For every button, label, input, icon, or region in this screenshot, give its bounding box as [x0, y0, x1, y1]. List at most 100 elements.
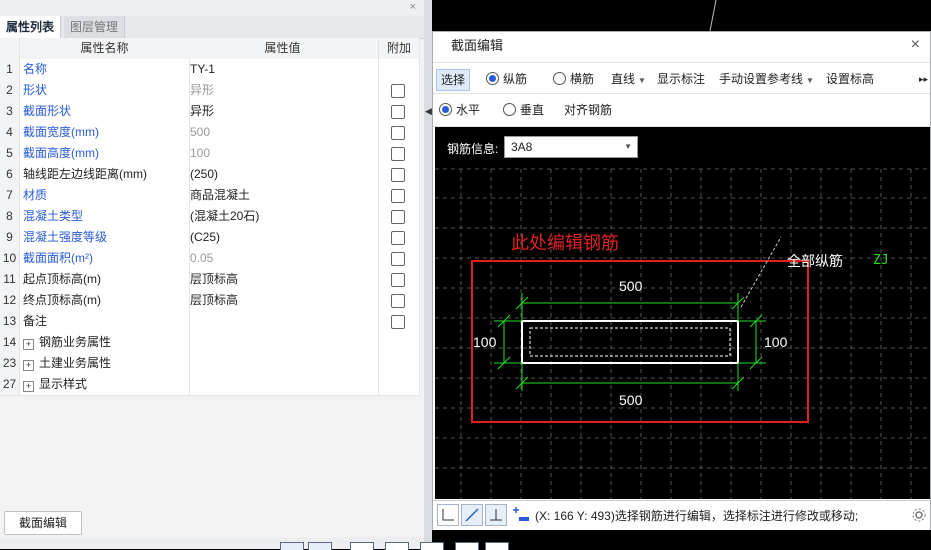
add-point-icon[interactable]: [509, 504, 531, 526]
extra-cell: [379, 122, 420, 143]
property-value[interactable]: 异形: [187, 101, 379, 122]
bottom-toolbar-partial: [280, 542, 520, 550]
property-value[interactable]: 层顶标高: [187, 269, 379, 290]
property-value[interactable]: (C25): [187, 227, 379, 248]
expand-icon[interactable]: +: [23, 339, 34, 350]
panel-close-icon[interactable]: ×: [410, 1, 416, 13]
all-longitudinal-label[interactable]: 全部纵筋: [787, 251, 843, 271]
dimension-lines: [494, 293, 766, 391]
table-row[interactable]: 5 截面高度(mm) 100: [0, 143, 420, 165]
property-name: 截面宽度(mm): [20, 122, 190, 143]
expand-icon[interactable]: +: [23, 381, 34, 392]
property-value[interactable]: 层顶标高: [187, 290, 379, 311]
row-number: 13: [0, 311, 20, 332]
table-row[interactable]: 11 起点顶标高(m) 层顶标高: [0, 269, 420, 291]
table-row[interactable]: 2 形状 异形: [0, 80, 420, 102]
property-value[interactable]: [187, 353, 379, 374]
table-row[interactable]: 6 轴线距左边线距离(mm) (250): [0, 164, 420, 186]
table-row[interactable]: 9 混凝土强度等级 (C25): [0, 227, 420, 249]
table-row[interactable]: 23 + 土建业务属性: [0, 353, 420, 375]
dim-top[interactable]: 500: [619, 278, 642, 294]
radio-longitudinal[interactable]: 纵筋: [486, 69, 527, 89]
ortho-icon[interactable]: [437, 504, 459, 526]
panel-topbar: ×: [0, 0, 424, 17]
property-value[interactable]: 0.05: [187, 248, 379, 269]
table-row[interactable]: 12 终点顶标高(m) 层顶标高: [0, 290, 420, 312]
table-row[interactable]: 7 材质 商品混凝土: [0, 185, 420, 207]
perpendicular-icon[interactable]: [485, 504, 507, 526]
row-number: 14: [0, 332, 20, 353]
property-value[interactable]: 100: [187, 143, 379, 164]
property-name: 混凝土类型: [20, 206, 190, 227]
radio-off-icon: [503, 103, 516, 116]
property-value[interactable]: TY-1: [187, 59, 379, 80]
table-row[interactable]: 27 + 显示样式: [0, 374, 420, 396]
section-outline[interactable]: [521, 320, 739, 364]
extra-cell: [379, 353, 420, 374]
drawing-canvas[interactable]: 钢筋信息: 3A8 ▼ 此处编辑钢筋 全部纵筋 ZJ 500 500 100 1…: [435, 127, 930, 499]
show-dim-button[interactable]: 显示标注: [657, 69, 705, 89]
extra-checkbox[interactable]: [391, 105, 405, 119]
extra-checkbox[interactable]: [391, 294, 405, 308]
dialog-close-icon[interactable]: ×: [911, 36, 920, 54]
header-no: [0, 38, 20, 59]
dim-right[interactable]: 100: [764, 334, 787, 350]
collapse-left-icon[interactable]: ◀: [425, 106, 432, 117]
settings-icon[interactable]: [912, 508, 926, 522]
property-value[interactable]: [187, 332, 379, 353]
property-value[interactable]: 异形: [187, 80, 379, 101]
property-value[interactable]: 500: [187, 122, 379, 143]
section-edit-button[interactable]: 截面编辑: [4, 511, 82, 535]
table-row[interactable]: 1 名称 TY-1: [0, 59, 420, 81]
table-row[interactable]: 4 截面宽度(mm) 500: [0, 122, 420, 144]
extra-checkbox[interactable]: [391, 273, 405, 287]
dim-bottom[interactable]: 500: [619, 392, 642, 408]
line-dropdown[interactable]: 直线 ▼: [611, 69, 646, 89]
rebar-outline[interactable]: [529, 327, 731, 357]
align-rebar-button[interactable]: 对齐钢筋: [564, 100, 612, 120]
expand-icon[interactable]: +: [23, 360, 34, 371]
more-icon[interactable]: ▸▸: [919, 69, 928, 89]
radio-horizontal[interactable]: 水平: [439, 100, 480, 120]
table-row[interactable]: 14 + 钢筋业务属性: [0, 332, 420, 354]
extra-checkbox[interactable]: [391, 168, 405, 182]
extra-checkbox[interactable]: [391, 189, 405, 203]
manual-ref-dropdown[interactable]: 手动设置参考线 ▼: [719, 69, 814, 89]
property-value[interactable]: (混凝土20石): [187, 206, 379, 227]
radio-vertical[interactable]: 垂直: [503, 100, 544, 120]
property-name-text: 截面高度(mm): [23, 146, 99, 160]
table-row[interactable]: 3 截面形状 异形: [0, 101, 420, 123]
property-value[interactable]: (250): [187, 164, 379, 185]
extra-checkbox[interactable]: [391, 84, 405, 98]
property-value[interactable]: [187, 311, 379, 332]
chevron-down-icon: ▼: [638, 76, 646, 85]
extra-checkbox[interactable]: [391, 231, 405, 245]
row-number: 23: [0, 353, 20, 374]
tab-property-list[interactable]: 属性列表: [0, 16, 62, 38]
radio-transverse[interactable]: 横筋: [553, 69, 594, 89]
property-value[interactable]: [187, 374, 379, 395]
extra-checkbox[interactable]: [391, 210, 405, 224]
panel-splitter[interactable]: ◀: [424, 0, 432, 549]
property-name: 备注: [20, 311, 190, 332]
extra-checkbox[interactable]: [391, 252, 405, 266]
table-row[interactable]: 8 混凝土类型 (混凝土20石): [0, 206, 420, 228]
property-name: 名称: [20, 59, 190, 80]
extra-checkbox[interactable]: [391, 315, 405, 329]
extra-checkbox[interactable]: [391, 147, 405, 161]
table-row[interactable]: 13 备注: [0, 311, 420, 333]
property-value[interactable]: 商品混凝土: [187, 185, 379, 206]
panel-tabs: 属性列表 图层管理: [0, 16, 424, 39]
property-name: 形状: [20, 80, 190, 101]
dim-left[interactable]: 100: [473, 334, 496, 350]
select-button[interactable]: 选择: [436, 69, 471, 91]
extra-cell: [379, 269, 420, 290]
table-row[interactable]: 10 截面面积(m²) 0.05: [0, 248, 420, 270]
dialog-title: 截面编辑: [451, 38, 504, 53]
header-value: 属性值: [187, 38, 379, 59]
polar-icon[interactable]: [461, 504, 483, 526]
tab-layer-manager[interactable]: 图层管理: [64, 16, 126, 38]
extra-checkbox[interactable]: [391, 126, 405, 140]
set-elev-button[interactable]: 设置标高: [826, 69, 874, 89]
status-message: (X: 166 Y: 493)选择钢筋进行编辑，选择标注进行修改或移动;: [535, 509, 859, 523]
